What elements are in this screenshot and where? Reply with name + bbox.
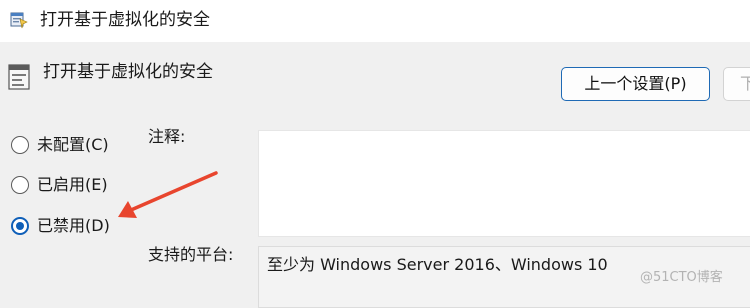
title-bar: 打开基于虚拟化的安全 xyxy=(0,0,750,42)
radio-label: 未配置(C) xyxy=(37,135,109,154)
radio-button[interactable] xyxy=(11,176,29,194)
watermark: @51CTO博客 xyxy=(640,270,723,285)
radio-disabled[interactable]: 已禁用(D) xyxy=(11,215,110,237)
radio-label: 已禁用(D) xyxy=(37,216,110,235)
comment-textarea[interactable] xyxy=(258,130,750,237)
setting-name: 打开基于虚拟化的安全 xyxy=(43,62,213,82)
supported-platform-label: 支持的平台: xyxy=(148,245,234,264)
radio-button[interactable] xyxy=(11,136,29,154)
radio-button-selected[interactable] xyxy=(11,217,29,235)
group-policy-icon xyxy=(10,12,28,29)
radio-enabled[interactable]: 已启用(E) xyxy=(11,174,108,196)
radio-label: 已启用(E) xyxy=(37,175,108,194)
window-title: 打开基于虚拟化的安全 xyxy=(40,10,210,30)
radio-not-configured[interactable]: 未配置(C) xyxy=(11,134,109,156)
supported-platform-value: 至少为 Windows Server 2016、Windows 10 xyxy=(267,255,608,274)
previous-setting-button[interactable]: 上一个设置(P) xyxy=(561,67,710,101)
policy-setting-icon xyxy=(8,64,30,90)
next-setting-button[interactable]: 下 xyxy=(723,67,750,101)
comment-label: 注释: xyxy=(148,127,186,146)
